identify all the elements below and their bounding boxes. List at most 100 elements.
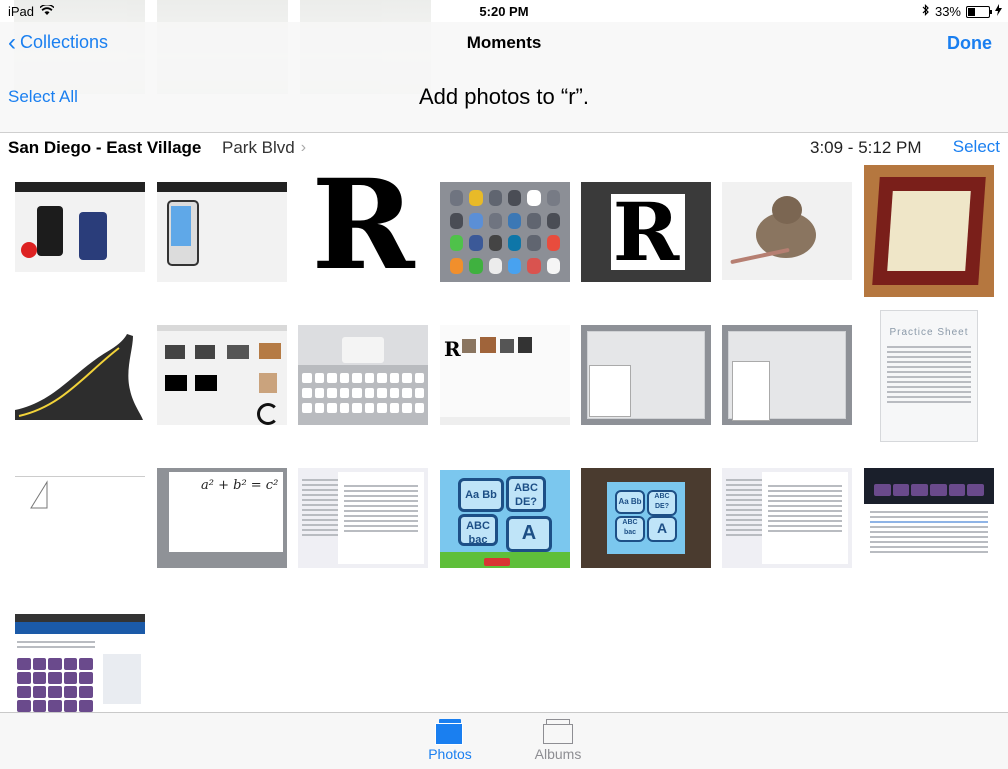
moment-location: San Diego - East Village — [8, 138, 202, 157]
charging-bolt-icon — [995, 4, 1002, 19]
app-icon — [450, 212, 464, 229]
photo-screenshot-tutorial[interactable] — [15, 182, 145, 272]
photo-detail — [15, 476, 145, 477]
navigation-bar: ‹ Collections Moments Done Select All Ad… — [0, 22, 1008, 133]
photo-popup-menu-2[interactable] — [722, 325, 852, 425]
photo-home-button-tutorial[interactable] — [157, 182, 287, 282]
photo-dialog-keyboard[interactable] — [298, 325, 428, 425]
app-icon — [546, 212, 560, 229]
app-icon — [488, 257, 502, 274]
app-icon — [450, 235, 464, 251]
app-icons-grid — [450, 190, 560, 274]
formula-text: a² + b² = c² — [201, 478, 279, 493]
letter-r: R — [612, 185, 680, 279]
app-icon — [488, 235, 502, 251]
tab-photos-label: Photos — [428, 746, 472, 762]
photo-settings-accessibility-1[interactable] — [298, 468, 428, 568]
photo-letter-r[interactable]: R — [298, 170, 428, 286]
photo-detail — [165, 345, 185, 359]
step-badge — [21, 242, 37, 258]
photo-abc-quiz-app[interactable]: Aa Bb ABC DE? ABC bac A — [440, 470, 570, 568]
photo-r-pictures-row[interactable]: R — [440, 325, 570, 425]
photo-road[interactable] — [15, 330, 145, 420]
app-icon — [527, 257, 541, 274]
photo-detail — [15, 614, 145, 622]
photo-detail — [480, 337, 496, 353]
quiz-tile: ABC bac — [458, 514, 498, 546]
photo-detail — [259, 373, 277, 393]
app-icon — [450, 257, 464, 274]
status-bar: iPad 5:20 PM 33% — [0, 0, 1008, 22]
moment-sublocation-link[interactable]: Park Blvd › — [222, 138, 306, 158]
bluetooth-icon — [922, 4, 930, 19]
photo-practice-sheet[interactable]: Practice Sheet — [880, 310, 978, 442]
photo-triangle-sketch[interactable] — [15, 470, 145, 560]
moment-time-range: 3:09 - 5:12 PM — [810, 138, 922, 157]
quiz-tile: Aa Bb — [458, 478, 504, 512]
photo-detail — [500, 339, 514, 353]
photo-news-jeopardy[interactable] — [15, 614, 145, 712]
photo-rat[interactable] — [722, 182, 852, 280]
photo-detail — [195, 375, 217, 391]
photo-insert-screenshot[interactable] — [157, 325, 287, 425]
road-graphic — [15, 334, 143, 420]
tab-bar: Photos Albums — [0, 712, 1008, 769]
article-text — [17, 638, 95, 651]
photo-detail — [157, 325, 287, 331]
app-icon — [488, 190, 502, 206]
app-icon — [450, 190, 464, 206]
practice-sheet-title: Practice Sheet — [889, 327, 969, 338]
app-icon — [527, 212, 541, 229]
photo-popup-menu-1[interactable] — [581, 325, 711, 425]
letter-r: R — [444, 337, 461, 361]
photo-detail — [165, 375, 187, 391]
sublocation-label: Park Blvd — [222, 138, 295, 157]
app-icon — [469, 190, 483, 206]
app-icon — [507, 235, 522, 251]
battery-percent: 33% — [934, 4, 961, 19]
photo-settings-accessibility-2[interactable] — [722, 468, 852, 568]
settings-sidebar — [726, 476, 762, 539]
photos-stack-icon — [435, 719, 465, 745]
photo-detail — [257, 403, 279, 425]
app-icon — [488, 212, 502, 229]
photo-detail — [103, 654, 141, 704]
quiz-tile: ABC DE? — [506, 476, 546, 512]
photo-detail — [17, 658, 93, 712]
app-icon — [546, 190, 560, 206]
clock: 5:20 PM — [479, 4, 529, 19]
tab-photos[interactable]: Photos — [410, 719, 490, 762]
tab-albums-label: Albums — [534, 746, 582, 762]
photo-detail — [440, 417, 570, 425]
settings-rows — [768, 482, 842, 535]
photo-rug[interactable] — [864, 165, 994, 297]
photo-detail — [518, 337, 532, 353]
chevron-right-icon: › — [300, 139, 307, 156]
photo-detail — [15, 182, 145, 192]
photo-detail — [157, 182, 287, 192]
phone-image — [37, 206, 63, 256]
tab-albums[interactable]: Albums — [518, 719, 598, 762]
quiz-tile: ABC DE? — [647, 490, 677, 516]
done-button[interactable]: Done — [947, 33, 992, 54]
settings-rows — [344, 482, 418, 535]
photo-detail — [462, 339, 476, 353]
phone-image — [79, 212, 107, 260]
photo-abc-quiz-ipad[interactable]: Aa Bb ABC DE? ABC bac A — [581, 468, 711, 568]
rat-head — [772, 196, 802, 224]
app-icon — [469, 235, 483, 251]
battery-icon — [966, 5, 992, 18]
triangle-drawing — [30, 480, 48, 509]
photo-detail — [15, 622, 145, 634]
photo-detail — [259, 343, 281, 359]
photo-news-article[interactable] — [864, 468, 994, 568]
article-text — [870, 508, 988, 556]
photo-letter-r-screenshot[interactable]: R — [581, 182, 711, 282]
popover-menu — [589, 365, 631, 417]
app-icon — [507, 257, 522, 274]
photo-pythagoras-note[interactable]: a² + b² = c² — [157, 468, 287, 568]
select-moment-button[interactable]: Select — [953, 137, 1000, 157]
add-photos-prompt: Add photos to “r”. — [419, 84, 589, 109]
letter-r: R — [311, 170, 415, 286]
photo-ipad-homescreen[interactable] — [440, 182, 570, 282]
